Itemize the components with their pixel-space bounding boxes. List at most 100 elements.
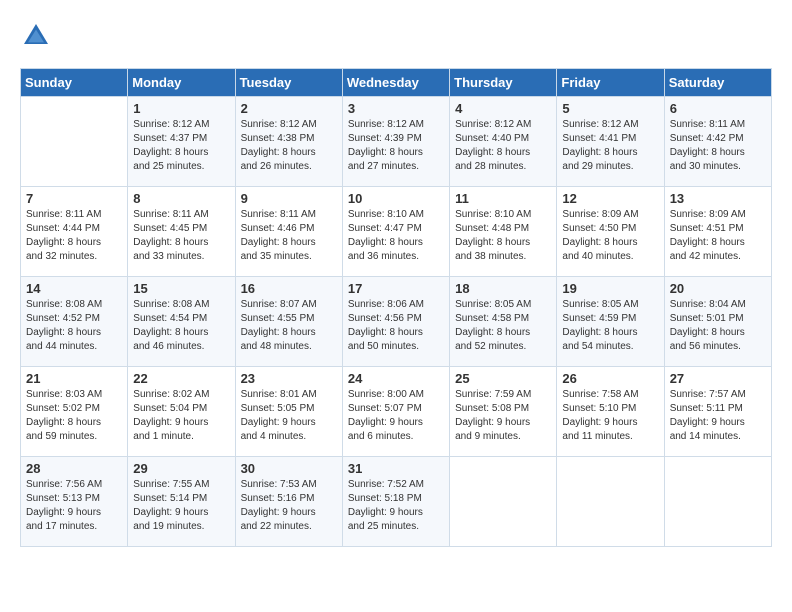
calendar-cell: 6 Sunrise: 8:11 AM Sunset: 4:42 PM Daylig… bbox=[664, 97, 771, 187]
day-info: Sunrise: 8:10 AM Sunset: 4:47 PM Dayligh… bbox=[348, 208, 444, 264]
calendar-cell: 4Sunrise: 8:12 AM Sunset: 4:40 PM Daylig… bbox=[450, 97, 557, 187]
day-info: Sunrise: 8:12 AM Sunset: 4:38 PM Dayligh… bbox=[241, 118, 337, 174]
day-info: Sunrise: 8:12 AM Sunset: 4:41 PM Dayligh… bbox=[562, 118, 658, 174]
weekday-header: Sunday bbox=[21, 69, 128, 97]
weekday-header: Saturday bbox=[664, 69, 771, 97]
day-number: 6 bbox=[670, 101, 766, 116]
calendar-cell: 10 Sunrise: 8:10 AM Sunset: 4:47 PM Dayli… bbox=[342, 187, 449, 277]
day-info: Sunrise: 8:08 AM Sunset: 4:54 PM Dayligh… bbox=[133, 298, 229, 354]
calendar-table: SundayMondayTuesdayWednesdayThursdayFrid… bbox=[20, 68, 772, 547]
day-info: Sunrise: 8:02 AM Sunset: 5:04 PM Dayligh… bbox=[133, 388, 229, 444]
calendar-cell: 30 Sunrise: 7:53 AM Sunset: 5:16 PM Dayli… bbox=[235, 457, 342, 547]
calendar-cell bbox=[664, 457, 771, 547]
day-info: Sunrise: 8:09 AM Sunset: 4:51 PM Dayligh… bbox=[670, 208, 766, 264]
day-info: Sunrise: 7:56 AM Sunset: 5:13 PM Dayligh… bbox=[26, 478, 122, 534]
calendar-header-row: SundayMondayTuesdayWednesdayThursdayFrid… bbox=[21, 69, 772, 97]
calendar-cell: 19 Sunrise: 8:05 AM Sunset: 4:59 PM Dayli… bbox=[557, 277, 664, 367]
weekday-header: Tuesday bbox=[235, 69, 342, 97]
day-info: Sunrise: 7:53 AM Sunset: 5:16 PM Dayligh… bbox=[241, 478, 337, 534]
calendar-week-row: 14 Sunrise: 8:08 AM Sunset: 4:52 PM Dayli… bbox=[21, 277, 772, 367]
weekday-header: Wednesday bbox=[342, 69, 449, 97]
calendar-cell: 2 Sunrise: 8:12 AM Sunset: 4:38 PM Daylig… bbox=[235, 97, 342, 187]
day-info: Sunrise: 8:11 AM Sunset: 4:45 PM Dayligh… bbox=[133, 208, 229, 264]
calendar-cell bbox=[21, 97, 128, 187]
day-number: 13 bbox=[670, 191, 766, 206]
calendar-cell bbox=[450, 457, 557, 547]
day-info: Sunrise: 8:05 AM Sunset: 4:58 PM Dayligh… bbox=[455, 298, 551, 354]
day-info: Sunrise: 8:01 AM Sunset: 5:05 PM Dayligh… bbox=[241, 388, 337, 444]
day-info: Sunrise: 8:08 AM Sunset: 4:52 PM Dayligh… bbox=[26, 298, 122, 354]
calendar-cell: 28 Sunrise: 7:56 AM Sunset: 5:13 PM Dayli… bbox=[21, 457, 128, 547]
calendar-cell: 18 Sunrise: 8:05 AM Sunset: 4:58 PM Dayli… bbox=[450, 277, 557, 367]
day-number: 22 bbox=[133, 371, 229, 386]
day-info: Sunrise: 8:09 AM Sunset: 4:50 PM Dayligh… bbox=[562, 208, 658, 264]
calendar-week-row: 28 Sunrise: 7:56 AM Sunset: 5:13 PM Dayli… bbox=[21, 457, 772, 547]
day-info: Sunrise: 7:58 AM Sunset: 5:10 PM Dayligh… bbox=[562, 388, 658, 444]
day-number: 12 bbox=[562, 191, 658, 206]
day-number: 24 bbox=[348, 371, 444, 386]
logo-icon bbox=[20, 20, 52, 52]
day-info: Sunrise: 8:10 AM Sunset: 4:48 PM Dayligh… bbox=[455, 208, 551, 264]
calendar-cell: 5 Sunrise: 8:12 AM Sunset: 4:41 PM Daylig… bbox=[557, 97, 664, 187]
day-info: Sunrise: 8:11 AM Sunset: 4:44 PM Dayligh… bbox=[26, 208, 122, 264]
calendar-week-row: 7 Sunrise: 8:11 AM Sunset: 4:44 PM Daylig… bbox=[21, 187, 772, 277]
calendar-cell: 22 Sunrise: 8:02 AM Sunset: 5:04 PM Dayli… bbox=[128, 367, 235, 457]
calendar-cell: 12 Sunrise: 8:09 AM Sunset: 4:50 PM Dayli… bbox=[557, 187, 664, 277]
day-number: 16 bbox=[241, 281, 337, 296]
day-number: 20 bbox=[670, 281, 766, 296]
calendar-cell: 26Sunrise: 7:58 AM Sunset: 5:10 PM Dayli… bbox=[557, 367, 664, 457]
day-info: Sunrise: 8:11 AM Sunset: 4:46 PM Dayligh… bbox=[241, 208, 337, 264]
calendar-cell: 17Sunrise: 8:06 AM Sunset: 4:56 PM Dayli… bbox=[342, 277, 449, 367]
weekday-header: Friday bbox=[557, 69, 664, 97]
weekday-header: Monday bbox=[128, 69, 235, 97]
day-number: 1 bbox=[133, 101, 229, 116]
day-number: 14 bbox=[26, 281, 122, 296]
day-info: Sunrise: 8:11 AM Sunset: 4:42 PM Dayligh… bbox=[670, 118, 766, 174]
day-number: 5 bbox=[562, 101, 658, 116]
page-header bbox=[20, 20, 772, 52]
calendar-cell: 25Sunrise: 7:59 AM Sunset: 5:08 PM Dayli… bbox=[450, 367, 557, 457]
day-number: 30 bbox=[241, 461, 337, 476]
calendar-cell: 27Sunrise: 7:57 AM Sunset: 5:11 PM Dayli… bbox=[664, 367, 771, 457]
calendar-cell: 23Sunrise: 8:01 AM Sunset: 5:05 PM Dayli… bbox=[235, 367, 342, 457]
calendar-cell: 7 Sunrise: 8:11 AM Sunset: 4:44 PM Daylig… bbox=[21, 187, 128, 277]
calendar-cell: 14 Sunrise: 8:08 AM Sunset: 4:52 PM Dayli… bbox=[21, 277, 128, 367]
calendar-week-row: 21 Sunrise: 8:03 AM Sunset: 5:02 PM Dayli… bbox=[21, 367, 772, 457]
day-number: 18 bbox=[455, 281, 551, 296]
day-info: Sunrise: 8:05 AM Sunset: 4:59 PM Dayligh… bbox=[562, 298, 658, 354]
calendar-cell: 3Sunrise: 8:12 AM Sunset: 4:39 PM Daylig… bbox=[342, 97, 449, 187]
day-info: Sunrise: 7:55 AM Sunset: 5:14 PM Dayligh… bbox=[133, 478, 229, 534]
day-number: 19 bbox=[562, 281, 658, 296]
day-info: Sunrise: 8:00 AM Sunset: 5:07 PM Dayligh… bbox=[348, 388, 444, 444]
calendar-cell: 16 Sunrise: 8:07 AM Sunset: 4:55 PM Dayli… bbox=[235, 277, 342, 367]
day-number: 8 bbox=[133, 191, 229, 206]
calendar-cell: 21 Sunrise: 8:03 AM Sunset: 5:02 PM Dayli… bbox=[21, 367, 128, 457]
calendar-cell: 9 Sunrise: 8:11 AM Sunset: 4:46 PM Daylig… bbox=[235, 187, 342, 277]
day-number: 4 bbox=[455, 101, 551, 116]
day-number: 25 bbox=[455, 371, 551, 386]
day-number: 31 bbox=[348, 461, 444, 476]
calendar-cell: 1 Sunrise: 8:12 AM Sunset: 4:37 PM Daylig… bbox=[128, 97, 235, 187]
calendar-cell: 11Sunrise: 8:10 AM Sunset: 4:48 PM Dayli… bbox=[450, 187, 557, 277]
day-info: Sunrise: 7:52 AM Sunset: 5:18 PM Dayligh… bbox=[348, 478, 444, 534]
day-info: Sunrise: 8:03 AM Sunset: 5:02 PM Dayligh… bbox=[26, 388, 122, 444]
day-info: Sunrise: 7:57 AM Sunset: 5:11 PM Dayligh… bbox=[670, 388, 766, 444]
calendar-week-row: 1 Sunrise: 8:12 AM Sunset: 4:37 PM Daylig… bbox=[21, 97, 772, 187]
day-number: 7 bbox=[26, 191, 122, 206]
day-number: 9 bbox=[241, 191, 337, 206]
day-info: Sunrise: 8:07 AM Sunset: 4:55 PM Dayligh… bbox=[241, 298, 337, 354]
day-info: Sunrise: 8:12 AM Sunset: 4:39 PM Dayligh… bbox=[348, 118, 444, 174]
day-info: Sunrise: 8:12 AM Sunset: 4:37 PM Dayligh… bbox=[133, 118, 229, 174]
calendar-cell bbox=[557, 457, 664, 547]
day-info: Sunrise: 8:06 AM Sunset: 4:56 PM Dayligh… bbox=[348, 298, 444, 354]
day-number: 10 bbox=[348, 191, 444, 206]
day-info: Sunrise: 8:04 AM Sunset: 5:01 PM Dayligh… bbox=[670, 298, 766, 354]
calendar-cell: 13 Sunrise: 8:09 AM Sunset: 4:51 PM Dayli… bbox=[664, 187, 771, 277]
day-number: 15 bbox=[133, 281, 229, 296]
calendar-cell: 8 Sunrise: 8:11 AM Sunset: 4:45 PM Daylig… bbox=[128, 187, 235, 277]
calendar-cell: 31 Sunrise: 7:52 AM Sunset: 5:18 PM Dayli… bbox=[342, 457, 449, 547]
day-number: 2 bbox=[241, 101, 337, 116]
day-number: 28 bbox=[26, 461, 122, 476]
day-number: 21 bbox=[26, 371, 122, 386]
calendar-cell: 20 Sunrise: 8:04 AM Sunset: 5:01 PM Dayli… bbox=[664, 277, 771, 367]
